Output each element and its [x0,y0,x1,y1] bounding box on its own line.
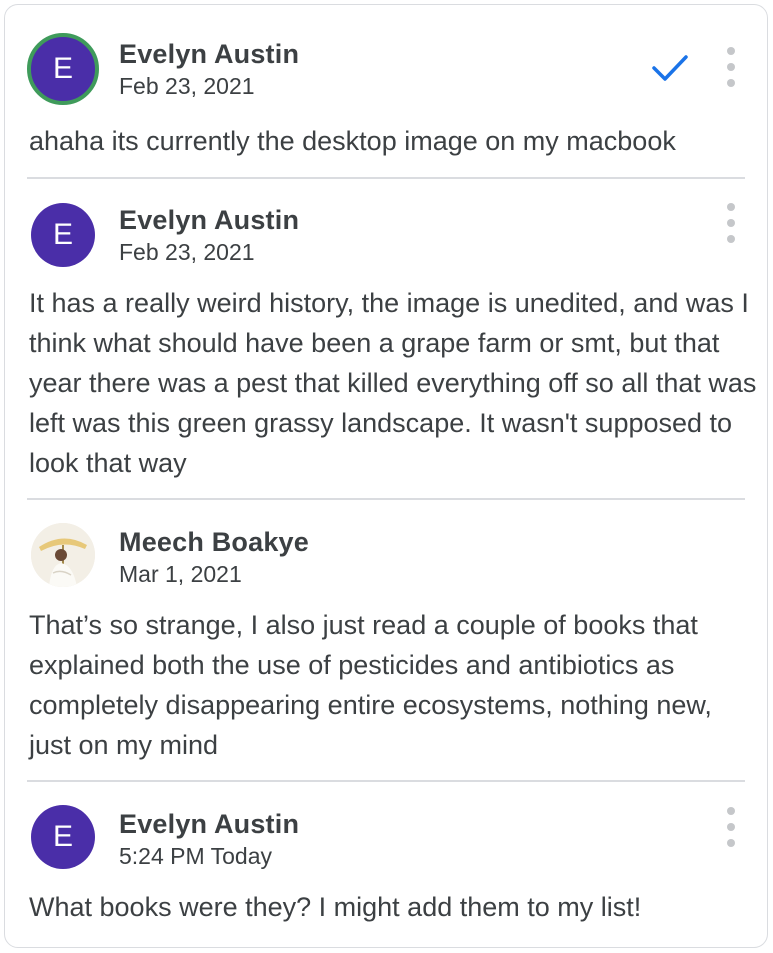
author-name: Evelyn Austin [119,205,300,235]
check-icon[interactable] [651,53,689,88]
more-vert-icon[interactable] [725,203,737,243]
avatar-letter: E [52,52,73,85]
avatar-letter: E [52,820,73,853]
more-vert-icon[interactable] [725,807,737,847]
divider [27,780,745,782]
comment-text: ahaha its currently the desktop image on… [29,126,676,156]
user-photo-icon [31,523,95,587]
avatar-letter: E [52,218,73,251]
comment-date: 5:24 PM Today [119,843,273,869]
comment-date: Feb 23, 2021 [119,73,255,99]
avatar[interactable] [31,523,95,587]
divider [27,177,745,179]
avatar[interactable]: E [31,203,95,267]
comment-date: Mar 1, 2021 [119,561,242,587]
comment-thread-card: E Evelyn Austin Feb 23, 2021 ahaha its c… [4,4,768,948]
comment-date: Feb 23, 2021 [119,239,255,265]
author-name: Meech Boakye [119,527,309,557]
more-vert-icon[interactable] [725,47,737,87]
author-name: Evelyn Austin [119,39,300,69]
comment-text: That’s so strange, I also just read a co… [29,610,712,760]
avatar[interactable]: E [27,33,99,105]
comment-text: It has a really weird history, the image… [29,288,757,478]
comment-text: What books were they? I might add them t… [29,892,642,922]
divider [27,498,745,500]
author-name: Evelyn Austin [119,809,300,839]
avatar[interactable]: E [31,805,95,869]
